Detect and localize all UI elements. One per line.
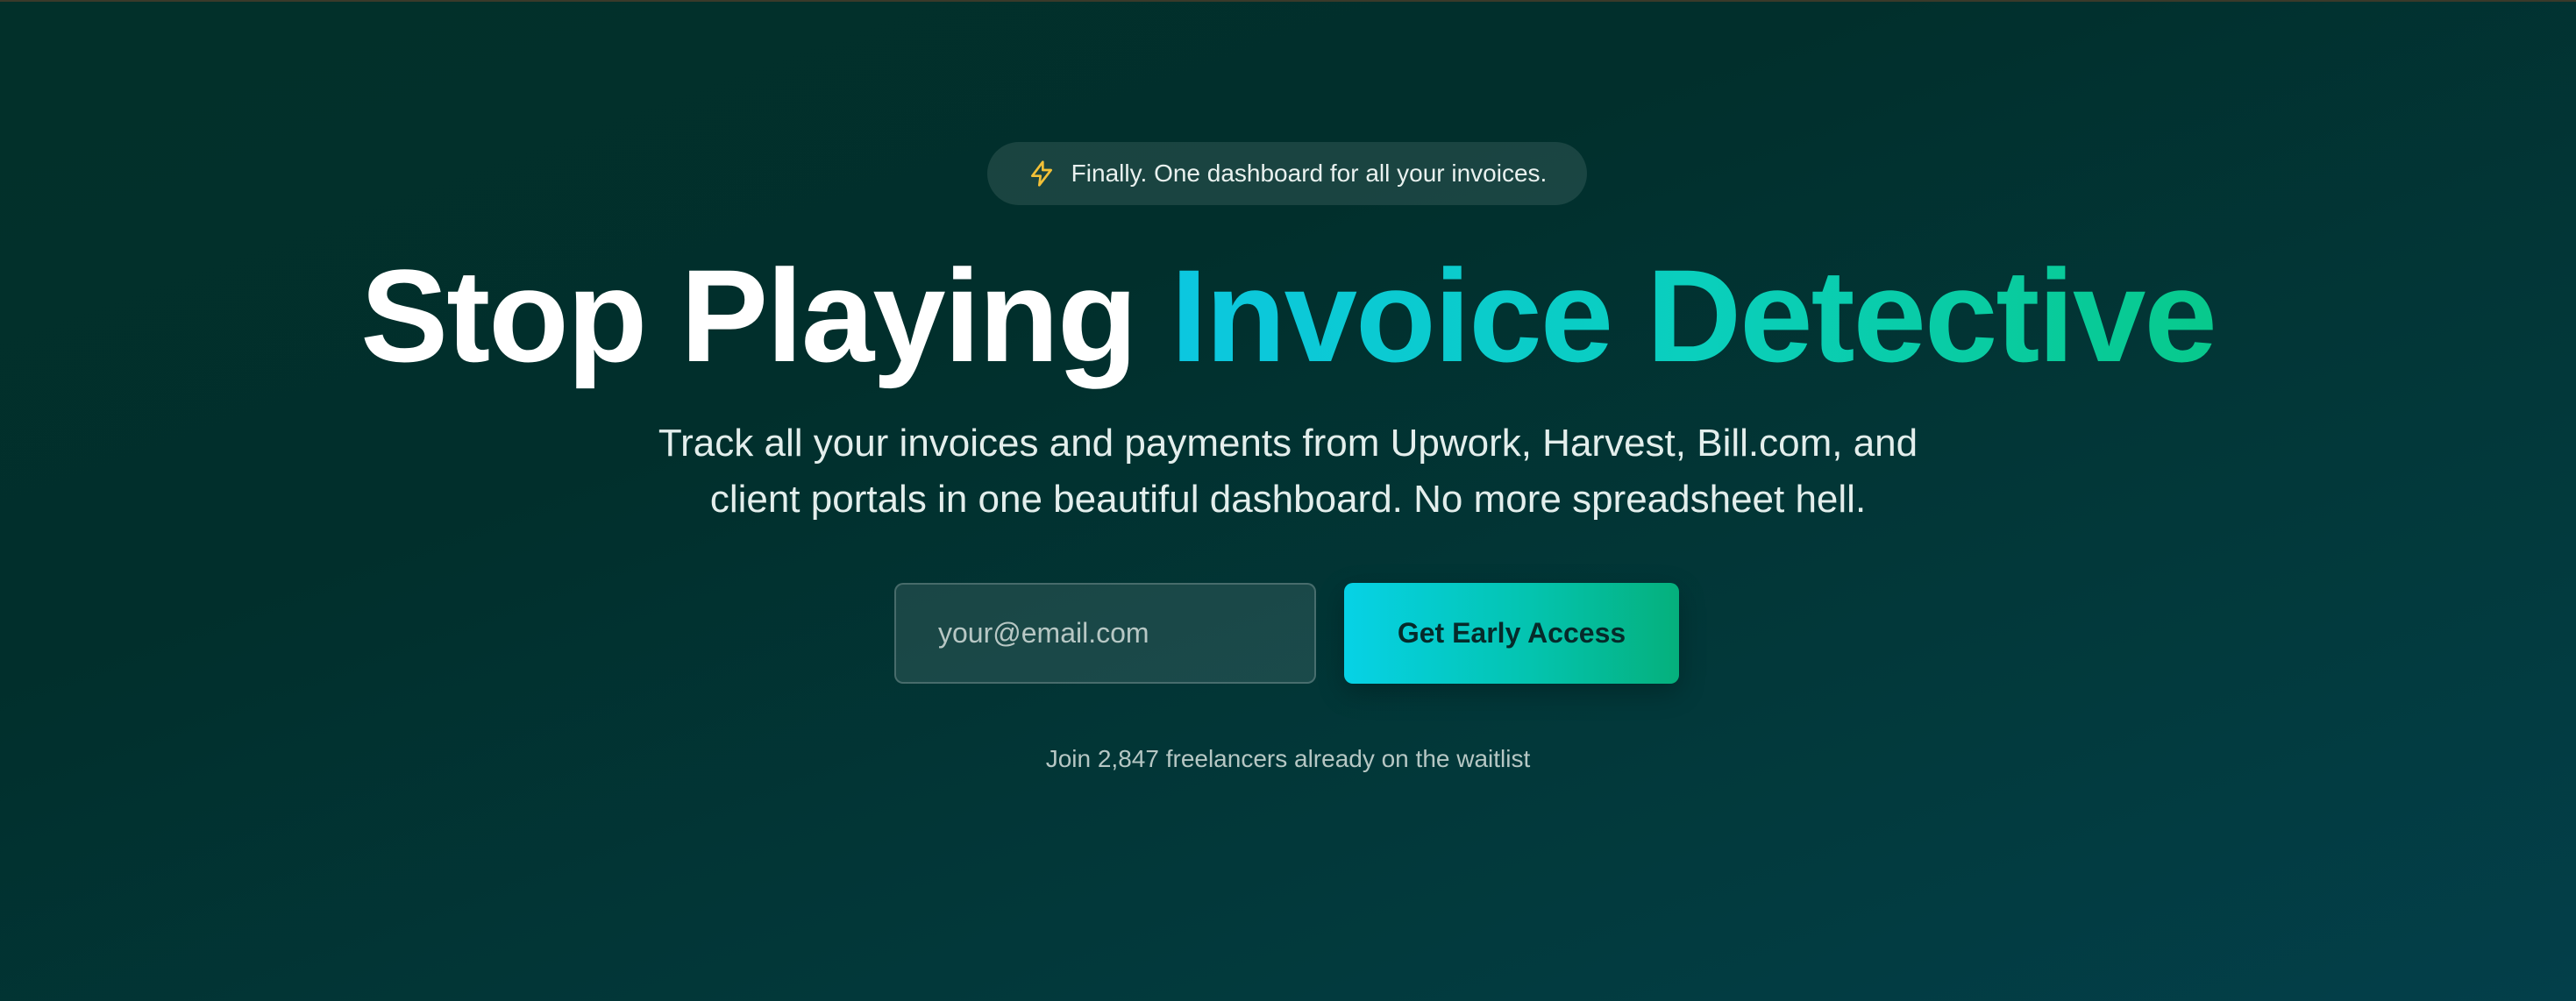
headline-plain: Stop Playing: [360, 242, 1137, 389]
subtitle-line-2: client portals in one beautiful dashboar…: [709, 478, 1867, 521]
subtitle-line-1: Track all your invoices and payments fro…: [658, 422, 1918, 465]
page-headline: Stop Playing Invoice Detective: [0, 237, 2576, 394]
lightning-bolt-icon: [1028, 160, 1056, 188]
headline-highlight: Invoice Detective: [1171, 242, 2217, 389]
hero-subtitle: Track all your invoices and payments fro…: [543, 415, 2033, 528]
announcement-badge: Finally. One dashboard for all your invo…: [987, 142, 1587, 205]
email-input[interactable]: [894, 583, 1316, 684]
get-early-access-button[interactable]: Get Early Access: [1344, 583, 1679, 684]
hero-section: Finally. One dashboard for all your invo…: [0, 0, 2576, 1001]
badge-text: Finally. One dashboard for all your invo…: [1071, 160, 1548, 187]
waitlist-note: Join 2,847 freelancers already on the wa…: [1045, 745, 1531, 772]
